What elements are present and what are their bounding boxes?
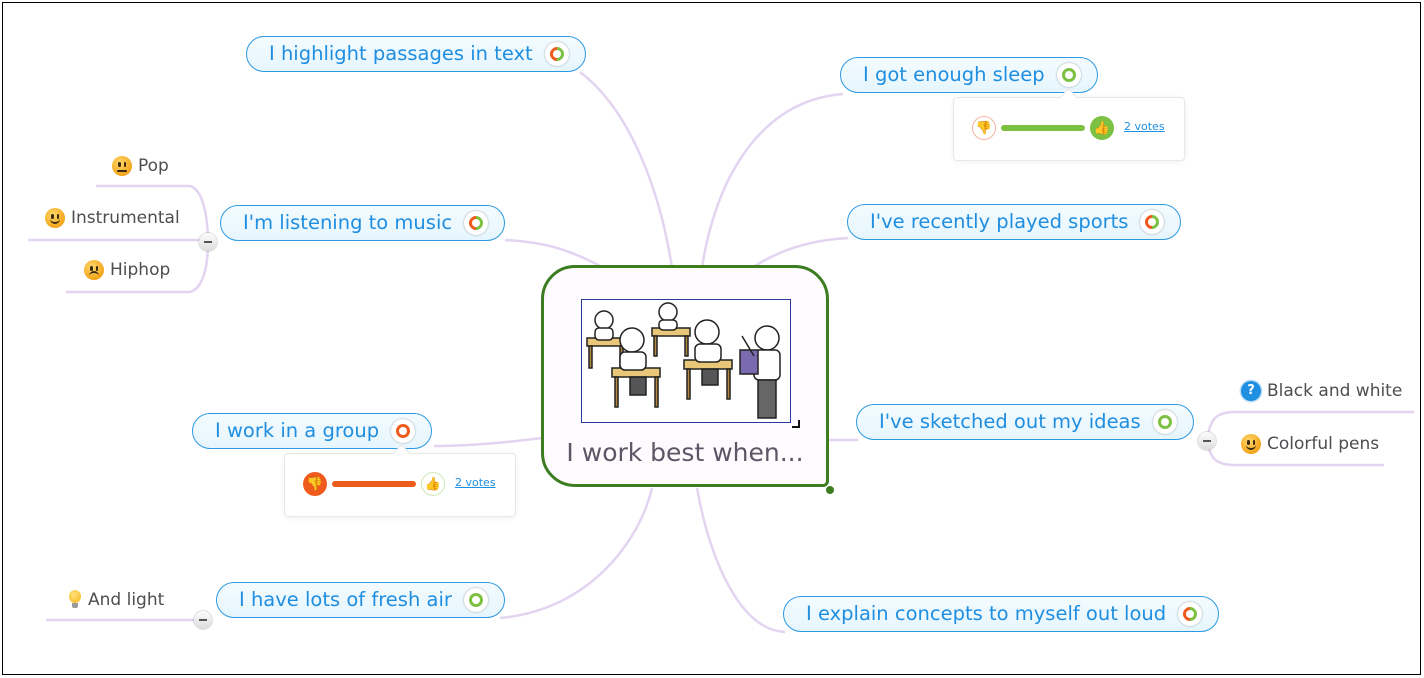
vote-status-icon[interactable] [544, 42, 569, 66]
subtopic-pop[interactable]: Pop [112, 156, 169, 176]
vote-status-icon[interactable] [464, 211, 489, 235]
subtopic-and-light[interactable]: And light [68, 590, 164, 610]
thumbs-up-icon[interactable]: 👍 [1090, 116, 1114, 140]
question-icon: ? [1241, 381, 1261, 401]
subtopic-label: Instrumental [71, 208, 180, 228]
topic-explain[interactable]: I explain concepts to myself out loud [783, 596, 1220, 632]
topic-label: I got enough sleep [863, 63, 1045, 86]
sad-face-icon [84, 260, 104, 280]
votes-count-link[interactable]: 2 votes [455, 476, 496, 489]
collapse-sketched-button[interactable] [1198, 432, 1216, 450]
subtopic-colorful-pens[interactable]: Colorful pens [1241, 434, 1379, 454]
topic-freshair[interactable]: I have lots of fresh air [216, 582, 505, 618]
topic-sketched[interactable]: I've sketched out my ideas [856, 404, 1194, 440]
vote-bar [1001, 125, 1085, 131]
subtopic-instrumental[interactable]: Instrumental [45, 208, 180, 228]
thumbs-up-icon[interactable]: 👍 [421, 472, 445, 496]
subtopic-label: Pop [138, 156, 169, 176]
topic-music[interactable]: I'm listening to music [220, 205, 506, 241]
thumbs-down-icon[interactable]: 👎 [303, 472, 327, 496]
link-highlight [579, 71, 674, 269]
subtopic-label: Hiphop [110, 260, 171, 280]
link-music [504, 238, 601, 268]
smiley-face-icon [45, 208, 65, 228]
topic-group[interactable]: I work in a group [192, 413, 433, 449]
central-topic-title: I work best when... [566, 438, 804, 467]
vote-status-icon[interactable] [1178, 602, 1203, 626]
link-group [433, 436, 543, 448]
lightbulb-icon [68, 590, 82, 610]
topic-label: I've recently played sports [870, 210, 1129, 233]
votes-count-link[interactable]: 2 votes [1124, 120, 1165, 133]
topic-label: I've sketched out my ideas [879, 410, 1141, 433]
topic-label: I explain concepts to myself out loud [806, 602, 1167, 625]
subtopic-black-and-white[interactable]: ? Black and white [1241, 381, 1402, 401]
topic-label: I'm listening to music [243, 211, 453, 234]
subtopic-label: And light [88, 590, 165, 610]
vote-popup-sleep: 👎 👍 2 votes [953, 97, 1185, 161]
subtopic-label: Black and white [1267, 381, 1403, 401]
topic-label: I work in a group [215, 419, 380, 442]
collapse-freshair-button[interactable] [194, 611, 212, 629]
vote-status-icon[interactable] [1056, 63, 1081, 87]
subtopic-hiphop[interactable]: Hiphop [84, 260, 170, 280]
topic-sleep[interactable]: I got enough sleep [840, 57, 1098, 93]
vote-status-icon[interactable] [1152, 410, 1177, 434]
link-explain [695, 487, 786, 634]
central-resize-dot[interactable] [826, 486, 834, 494]
link-freshair [499, 487, 654, 620]
smiley-face-icon [1241, 434, 1261, 454]
thumbs-down-icon[interactable]: 👎 [972, 116, 996, 140]
topic-label: I highlight passages in text [269, 42, 533, 65]
collapse-music-button[interactable] [199, 233, 217, 251]
link-sports [754, 236, 849, 268]
vote-status-icon[interactable] [1140, 210, 1165, 234]
classroom-illustration [581, 299, 791, 423]
vote-popup-group: 👎 👍 2 votes [284, 453, 516, 517]
image-resize-handle[interactable] [792, 420, 800, 428]
topic-sports[interactable]: I've recently played sports [847, 204, 1182, 240]
neutral-face-icon [112, 156, 132, 176]
central-topic[interactable]: I work best when... [541, 265, 829, 487]
topic-label: I have lots of fresh air [239, 588, 452, 611]
subtopic-label: Colorful pens [1267, 434, 1380, 454]
vote-status-icon[interactable] [391, 419, 416, 443]
topic-highlight[interactable]: I highlight passages in text [246, 36, 586, 72]
vote-bar [332, 481, 416, 487]
vote-status-icon[interactable] [463, 588, 488, 612]
